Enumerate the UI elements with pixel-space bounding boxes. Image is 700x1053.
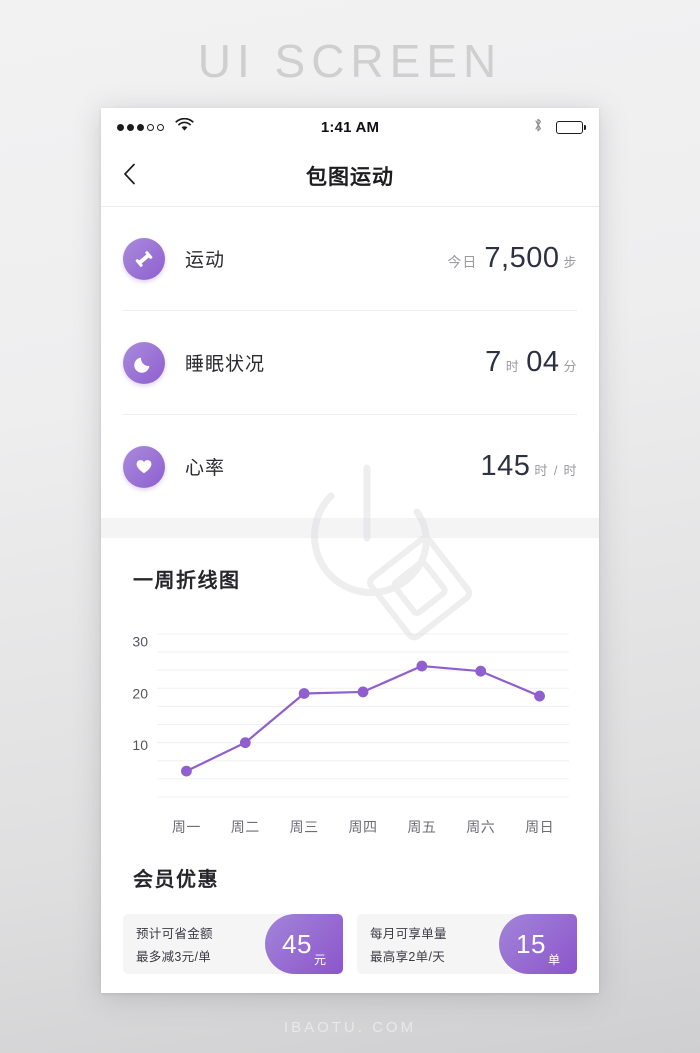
stat-row-heart-rate[interactable]: 心率 145 时 / 时 (123, 415, 577, 518)
status-bar-right (533, 117, 586, 138)
svg-text:30: 30 (132, 634, 148, 650)
member-benefits-title: 会员优惠 (133, 869, 219, 891)
benefit-card-orders-text: 每月可享单量 最高享2单/天 (357, 923, 447, 965)
section-divider-band (101, 518, 599, 538)
weekly-chart-section: 一周折线图 10 20 30 周一 周二 周三 周四 周五 周六 周日 (101, 538, 599, 841)
chart-x-label: 周日 (525, 819, 555, 835)
benefit-card-savings[interactable]: 预计可省金额 最多减3元/单 45 元 (123, 914, 343, 974)
member-benefits-section: 会员优惠 预计可省金额 最多减3元/单 45 元 每月可享单量 最高享2单/天 (101, 841, 599, 993)
chart-x-label: 周一 (171, 819, 201, 835)
chart-x-label: 周二 (230, 819, 260, 835)
benefit-line1-savings: 预计可省金额 (136, 927, 213, 941)
stat-row-sleep[interactable]: 睡眠状况 7 时 04 分 (123, 311, 577, 415)
line-chart: 10 20 30 (123, 615, 577, 807)
chart-x-axis: 周一 周二 周三 周四 周五 周六 周日 (123, 817, 577, 837)
benefit-line2-savings: 最多减3元/单 (136, 950, 212, 964)
status-bar: 1:41 AM (101, 108, 599, 146)
svg-text:10: 10 (132, 737, 148, 753)
stat-unit-heart-rate: 时 (534, 463, 548, 478)
page-watermark-title: UI SCREEN (197, 35, 503, 87)
benefit-badge-savings: 45 元 (265, 914, 343, 974)
moon-icon (123, 341, 165, 384)
chart-x-label: 周三 (289, 819, 319, 835)
benefit-card-orders[interactable]: 每月可享单量 最高享2单/天 15 单 (357, 914, 577, 974)
stat-label-heart-rate: 心率 (185, 458, 226, 479)
chart-title: 一周折线图 (133, 570, 241, 592)
phone-screen: 1:41 AM 包图运动 运动 今日 7,500 步 睡眠状况 7 时 04 分… (101, 108, 599, 993)
benefit-badge-number-savings: 45 (282, 928, 312, 959)
benefit-badge-orders: 15 单 (499, 914, 577, 974)
stat-list: 运动 今日 7,500 步 睡眠状况 7 时 04 分 心率 145 时 / 时 (101, 207, 599, 518)
stat-number-heart-rate: 145 (480, 450, 531, 482)
stat-row-exercise[interactable]: 运动 今日 7,500 步 (123, 207, 577, 311)
chart-x-label: 周四 (348, 819, 378, 835)
status-bar-time: 1:41 AM (320, 118, 380, 136)
stat-label-sleep: 睡眠状况 (185, 354, 266, 375)
battery-icon (556, 120, 586, 134)
benefit-line2-orders: 最高享2单/天 (370, 950, 446, 964)
dumbbell-icon (123, 237, 165, 280)
bluetooth-icon (533, 117, 543, 138)
chart-x-label: 周五 (407, 819, 437, 835)
stat-number-sleep-minutes: 04 (526, 346, 560, 378)
stat-value-exercise: 今日 7,500 步 (447, 242, 577, 275)
chart-x-label: 周六 (466, 819, 496, 835)
stat-label-exercise: 运动 (185, 250, 226, 271)
benefit-line1-orders: 每月可享单量 (370, 927, 447, 941)
stat-value-sleep: 7 时 04 分 (485, 346, 577, 379)
svg-text:20: 20 (132, 685, 148, 701)
page-title: 包图运动 (306, 166, 394, 189)
stat-value-heart-rate: 145 时 / 时 (480, 450, 577, 483)
stat-number-sleep-hours: 7 (485, 346, 502, 378)
benefit-card-list: 预计可省金额 最多减3元/单 45 元 每月可享单量 最高享2单/天 15 单 (123, 914, 577, 974)
stat-unit2-heart-rate: 时 (563, 463, 577, 478)
stat-unit-sleep-hours: 时 (505, 359, 520, 374)
heart-icon (123, 445, 165, 488)
benefit-badge-number-orders: 15 (516, 928, 546, 959)
benefit-badge-unit-savings: 元 (313, 953, 326, 967)
navigation-bar: 包图运动 (101, 146, 599, 207)
stat-separator-heart-rate: / (553, 463, 558, 478)
stat-prefix-exercise: 今日 (447, 254, 478, 270)
benefit-badge-unit-orders: 单 (547, 953, 560, 967)
page-footer: IBAOTU. COM (283, 1019, 417, 1036)
stat-unit-exercise: 步 (563, 255, 577, 270)
line-chart-svg: 10 20 30 (132, 633, 569, 798)
stat-unit-sleep-minutes: 分 (563, 359, 577, 374)
benefit-card-savings-text: 预计可省金额 最多减3元/单 (123, 923, 213, 965)
stat-number-exercise: 7,500 (484, 242, 560, 274)
